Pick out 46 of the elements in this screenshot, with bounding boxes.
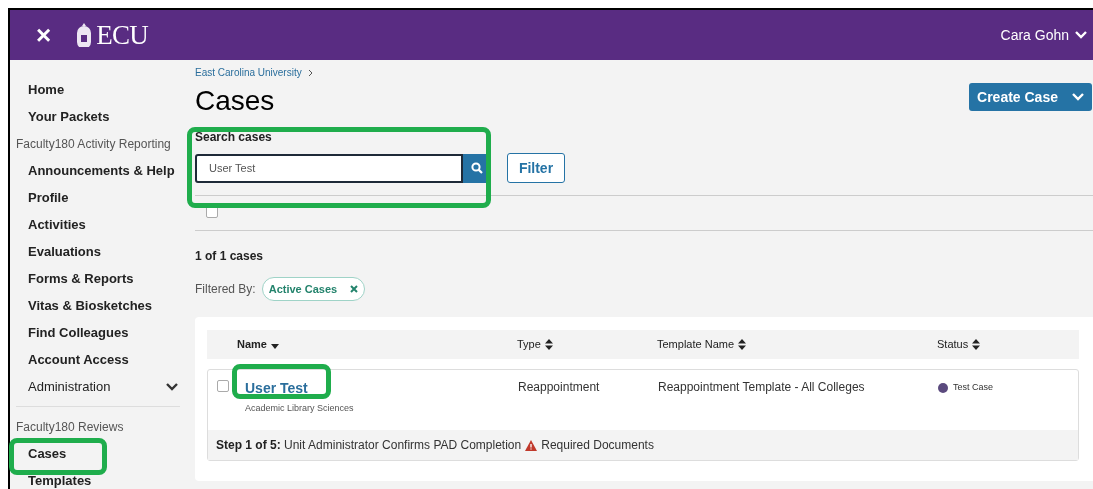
breadcrumb-link[interactable]: East Carolina University xyxy=(195,65,302,80)
column-header[interactable]: Status xyxy=(937,336,969,353)
page-title: Cases xyxy=(195,84,276,118)
sidebar-item[interactable]: Templates xyxy=(28,470,92,489)
sidebar-heading: Faculty180 Activity Reporting xyxy=(16,135,172,153)
row-checkbox[interactable] xyxy=(217,380,229,392)
sidebar-item[interactable]: Home xyxy=(28,79,65,100)
user-menu[interactable]: Cara Gohn xyxy=(1000,24,1087,46)
search-label: Search cases xyxy=(195,129,273,146)
search-field[interactable]: User Test xyxy=(195,153,463,183)
chevron-down-icon xyxy=(1071,93,1084,101)
chevron-down-icon[interactable] xyxy=(166,382,178,391)
sidebar-item[interactable]: Cases xyxy=(28,443,67,464)
sidebar-item[interactable]: Profile xyxy=(28,187,69,208)
type-cell-text: Reappointment xyxy=(518,379,601,396)
sidebar-item[interactable]: Account Access xyxy=(28,349,129,370)
column-header[interactable]: Template Name xyxy=(657,336,735,353)
filter-chip[interactable]: Active Cases xyxy=(261,277,366,301)
sidebar-heading: Faculty180 Reviews xyxy=(16,418,125,436)
filter-label: Filtered By: xyxy=(195,281,256,298)
logo-text: ECU xyxy=(96,18,149,52)
search-icon xyxy=(470,162,483,174)
sidebar-item[interactable]: Announcements & Help xyxy=(28,160,175,181)
filter-button[interactable]: Filter xyxy=(507,153,565,183)
template-cell-text: Reappointment Template - All Colleges xyxy=(658,379,866,396)
warning-text: Required Documents xyxy=(541,437,654,454)
sidebar-item[interactable]: Vitas & Biosketches xyxy=(28,295,153,316)
chevron-right-icon xyxy=(307,68,313,77)
step-text: Step 1 of 5: Unit Administrator Confirms PAD Completion xyxy=(216,437,522,454)
close-button[interactable]: × xyxy=(36,22,52,48)
sidebar-item[interactable]: Forms & Reports xyxy=(28,268,134,289)
sidebar-item[interactable]: Your Packets xyxy=(28,106,110,127)
sidebar-item[interactable]: Find Colleagues xyxy=(28,322,129,343)
remove-icon[interactable] xyxy=(350,285,359,293)
status-text: Test Case xyxy=(953,381,994,394)
result-count: 1 of 1 cases xyxy=(195,248,265,265)
sidebar-item[interactable]: Administration xyxy=(28,376,111,397)
warning-icon xyxy=(525,439,538,451)
column-header[interactable]: Type xyxy=(517,336,541,353)
sidebar-item[interactable]: Evaluations xyxy=(28,241,101,262)
case-link[interactable]: User Test xyxy=(245,378,354,399)
sidebar-item[interactable]: Activities xyxy=(28,214,86,235)
column-header[interactable]: Name xyxy=(237,336,267,353)
create-case-button[interactable]: Create Case xyxy=(969,83,1092,111)
chevron-down-icon xyxy=(1075,31,1087,39)
unit-text: Academic Library Sciences xyxy=(245,402,354,415)
